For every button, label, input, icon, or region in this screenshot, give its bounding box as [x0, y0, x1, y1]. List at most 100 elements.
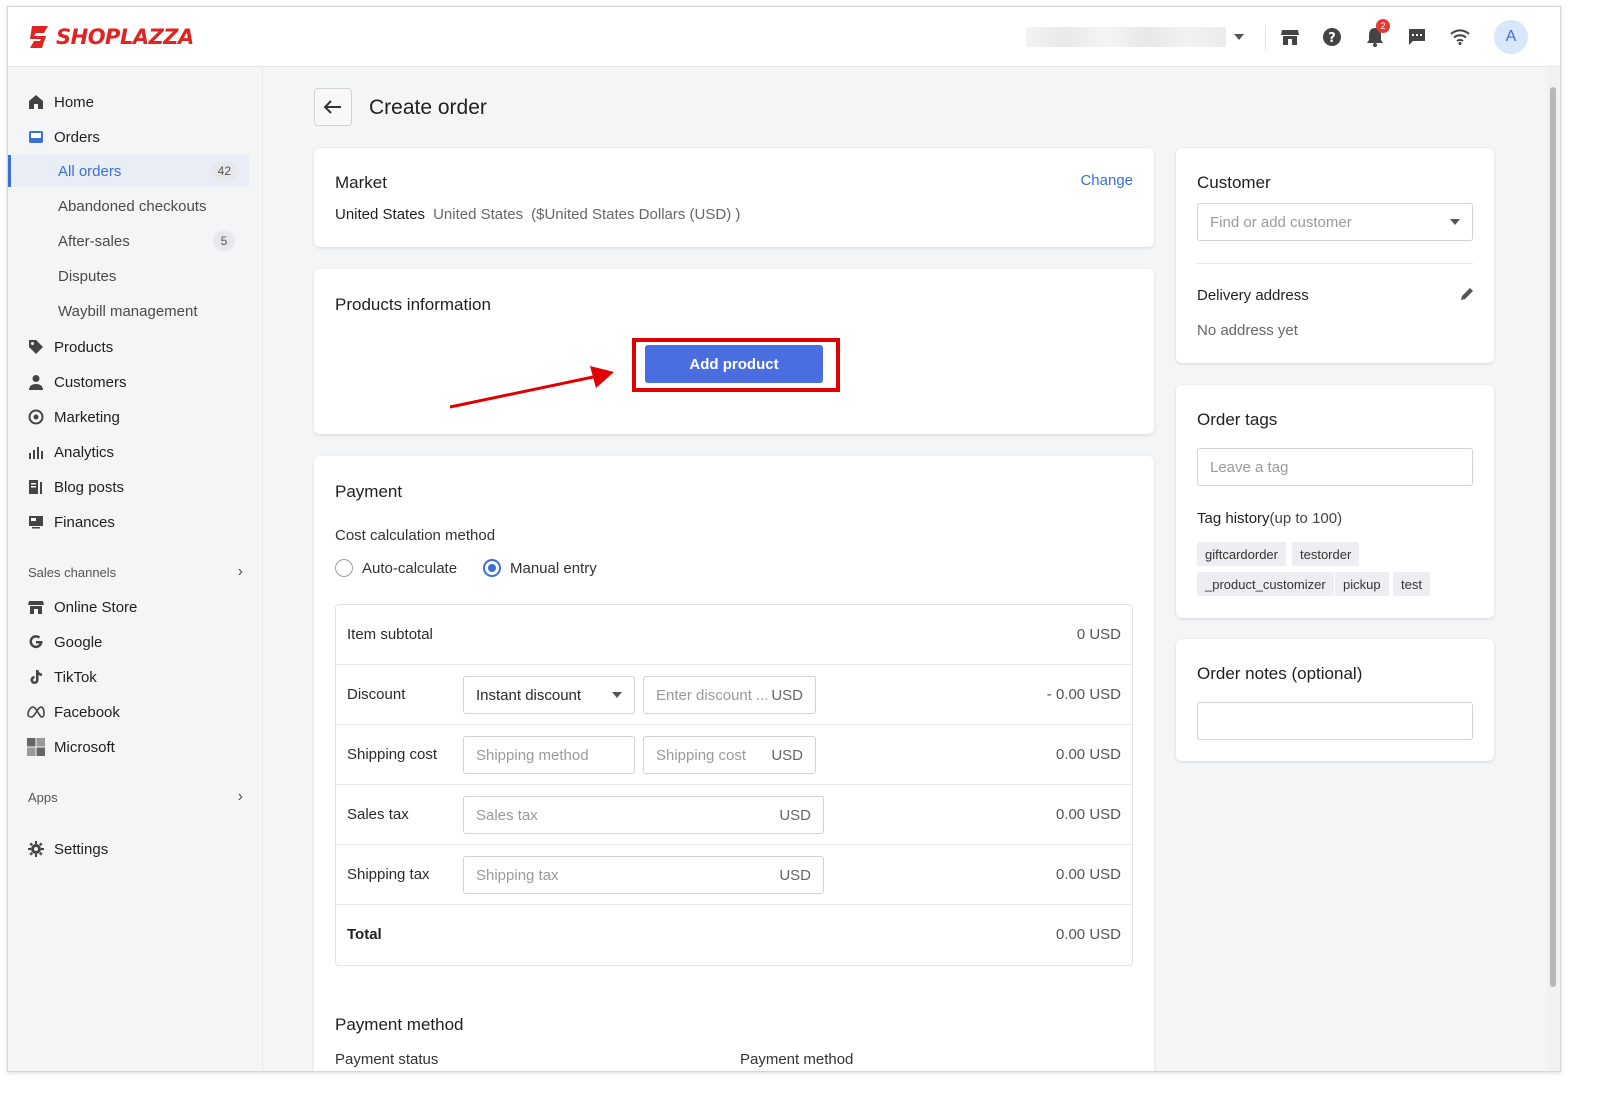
market-info: United States United States ($United Sta…: [335, 206, 740, 223]
unit-label: USD: [779, 806, 811, 824]
sidebar-item-microsoft[interactable]: Microsoft: [26, 732, 248, 762]
sidebar-item-label: Microsoft: [54, 738, 115, 756]
sidebar-item-label: Customers: [54, 373, 127, 391]
annotation-arrow: [449, 366, 614, 409]
store-icon[interactable]: [1279, 26, 1301, 48]
market-currency: ($United States Dollars (USD) ): [531, 206, 741, 223]
sales-channels-header[interactable]: Sales channels ›: [28, 563, 243, 581]
sidebar-item-home[interactable]: Home: [26, 87, 248, 117]
sidebar-item-label: Orders: [54, 128, 100, 146]
sidebar-item-label: After-sales: [58, 232, 130, 250]
order-notes-input[interactable]: [1197, 702, 1473, 740]
sidebar-item-finances[interactable]: Finances: [26, 507, 248, 537]
tag-chip[interactable]: test: [1393, 572, 1430, 596]
input-placeholder: Shipping tax: [476, 866, 559, 884]
shipping-method-input[interactable]: Shipping method: [463, 736, 635, 774]
shipping-tax-input[interactable]: Shipping tax USD: [463, 856, 824, 894]
sidebar-item-after-sales[interactable]: After-sales 5: [8, 225, 249, 257]
input-placeholder: Sales tax: [476, 806, 538, 824]
tag-chip[interactable]: testorder: [1292, 542, 1360, 566]
shoplazza-logo[interactable]: SHOPLAZZA: [28, 23, 194, 51]
radio-manual-entry[interactable]: Manual entry: [483, 559, 597, 577]
divider: [1265, 25, 1266, 51]
app-window: SHOPLAZZA ? 2 A Home Orders All orders 4…: [7, 6, 1561, 1072]
sidebar-item-customers[interactable]: Customers: [26, 367, 248, 397]
chevron-down-icon: [1450, 219, 1460, 225]
tag-history-limit: (up to 100): [1269, 510, 1343, 527]
tag-history-label: Tag history(up to 100): [1197, 510, 1342, 527]
chat-icon[interactable]: [1406, 26, 1428, 48]
radio-label: Auto-calculate: [362, 559, 458, 577]
payment-status-label: Payment status: [335, 1051, 439, 1068]
payment-method-label: Payment method: [740, 1051, 854, 1068]
edit-pencil-icon[interactable]: [1460, 287, 1474, 306]
divider: [1197, 263, 1473, 264]
sidebar-item-label: Abandoned checkouts: [58, 197, 207, 215]
tag-chip[interactable]: pickup: [1335, 572, 1389, 596]
table-row-discount: Discount Instant discount Enter discount…: [336, 665, 1132, 725]
sidebar-item-label: Home: [54, 93, 95, 111]
avatar[interactable]: A: [1494, 20, 1528, 54]
sidebar-item-facebook[interactable]: Facebook: [26, 697, 248, 727]
tag-chip[interactable]: _product_customizer: [1197, 572, 1334, 596]
sidebar-item-label: Disputes: [58, 267, 117, 285]
change-market-link[interactable]: Change: [1080, 172, 1133, 189]
back-button[interactable]: [314, 88, 352, 126]
wifi-icon[interactable]: [1449, 26, 1471, 48]
chevron-right-icon: ›: [237, 563, 243, 580]
help-icon[interactable]: ?: [1321, 26, 1343, 48]
sidebar-item-all-orders[interactable]: All orders 42: [8, 155, 249, 187]
orders-icon: [26, 127, 46, 147]
market-country: United States: [335, 206, 426, 223]
store-selector[interactable]: [1026, 25, 1246, 49]
table-row-shipping-cost: Shipping cost Shipping method Shipping c…: [336, 725, 1132, 785]
sales-tax-input[interactable]: Sales tax USD: [463, 796, 824, 834]
sidebar-item-google[interactable]: Google: [26, 627, 248, 657]
row-value: 0.00 USD: [1055, 806, 1121, 823]
sidebar-item-analytics[interactable]: Analytics: [26, 437, 248, 467]
tiktok-icon: [26, 667, 46, 687]
sidebar-item-blog-posts[interactable]: Blog posts: [26, 472, 248, 502]
sidebar-item-label: Facebook: [54, 703, 120, 721]
count-badge: 5: [213, 231, 235, 251]
logo-text: SHOPLAZZA: [56, 25, 194, 49]
market-region: United States: [433, 206, 524, 223]
scrollbar[interactable]: [1547, 67, 1559, 1071]
row-label: Discount: [347, 686, 406, 703]
apps-header[interactable]: Apps ›: [28, 788, 243, 806]
discount-amount-input[interactable]: Enter discount ... USD: [643, 676, 816, 714]
tag-input[interactable]: Leave a tag: [1197, 448, 1473, 486]
products-title: Products information: [335, 295, 491, 314]
scrollbar-thumb[interactable]: [1550, 87, 1556, 987]
radio-icon: [335, 559, 353, 577]
sidebar-item-orders[interactable]: Orders: [26, 122, 248, 152]
sidebar-item-disputes[interactable]: Disputes: [8, 260, 249, 292]
sidebar-item-online-store[interactable]: Online Store: [26, 592, 248, 622]
sidebar-item-marketing[interactable]: Marketing: [26, 402, 248, 432]
sidebar-item-tiktok[interactable]: TikTok: [26, 662, 248, 692]
sidebar-item-products[interactable]: Products: [26, 332, 248, 362]
sidebar-item-waybill-management[interactable]: Waybill management: [8, 295, 249, 327]
sidebar-item-settings[interactable]: Settings: [26, 834, 248, 864]
row-label: Item subtotal: [347, 626, 433, 643]
sidebar: Home Orders All orders 42 Abandoned chec…: [8, 67, 263, 1071]
tag-chip[interactable]: giftcardorder: [1197, 542, 1286, 566]
payment-method-title: Payment method: [335, 1015, 464, 1034]
shipping-cost-input[interactable]: Shipping cost USD: [643, 736, 816, 774]
customer-card: Customer Find or add customer Delivery a…: [1176, 148, 1494, 363]
radio-auto-calculate[interactable]: Auto-calculate: [335, 559, 457, 577]
sidebar-item-abandoned-checkouts[interactable]: Abandoned checkouts: [8, 190, 249, 222]
customer-search-select[interactable]: Find or add customer: [1197, 203, 1473, 241]
sidebar-item-label: Analytics: [54, 443, 115, 461]
top-bar: SHOPLAZZA ? 2 A: [8, 7, 1560, 67]
arrow-left-icon: [324, 100, 341, 114]
row-label: Shipping cost: [347, 746, 438, 763]
discount-type-select[interactable]: Instant discount: [463, 676, 635, 714]
row-label: Shipping tax: [347, 866, 430, 883]
chevron-down-icon: [1234, 34, 1244, 40]
sidebar-item-label: Waybill management: [58, 302, 198, 320]
store-icon: [26, 597, 46, 617]
add-product-button[interactable]: Add product: [645, 345, 823, 383]
sidebar-item-label: Blog posts: [54, 478, 125, 496]
section-label: Sales channels: [28, 564, 117, 580]
